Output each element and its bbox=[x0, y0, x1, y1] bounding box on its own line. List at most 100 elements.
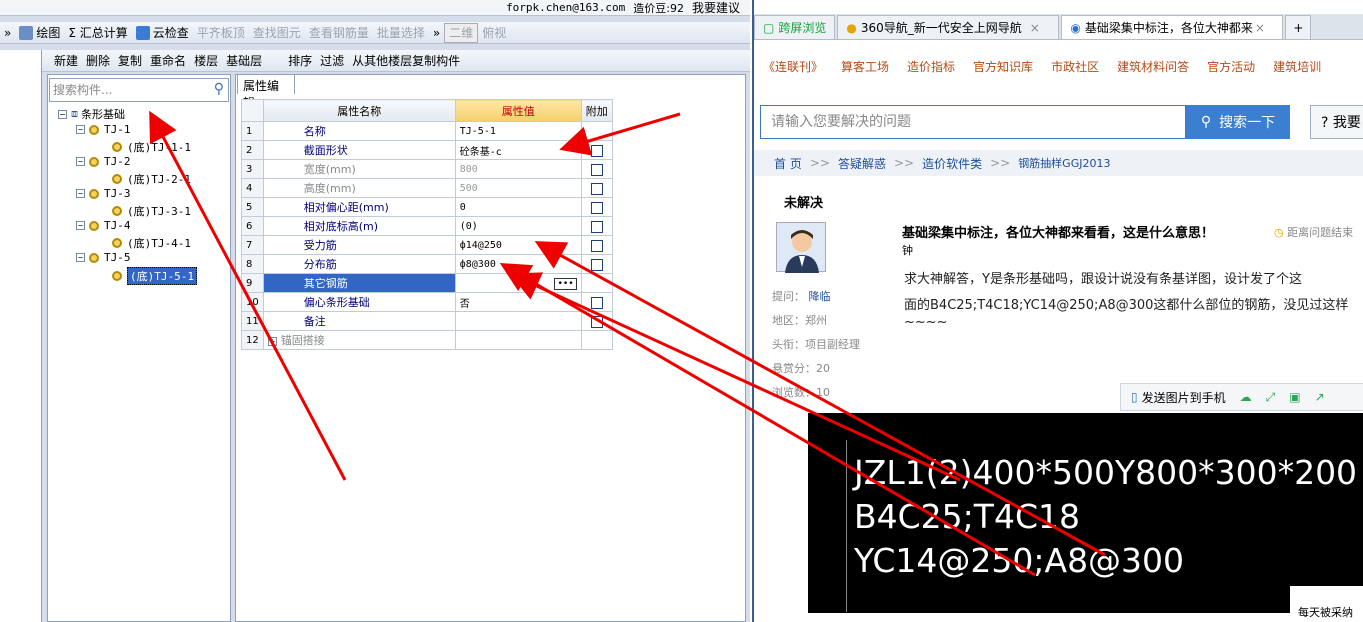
property-value[interactable]: TJ-5-1 bbox=[454, 121, 582, 141]
cloud-check-button[interactable]: 云检查 bbox=[132, 23, 193, 43]
cloud-icon[interactable]: ☁ bbox=[1240, 390, 1252, 404]
nav-link[interactable]: 《连联刊》 bbox=[763, 58, 823, 75]
attach-checkbox[interactable] bbox=[590, 201, 603, 214]
question-search-input[interactable] bbox=[761, 106, 1181, 138]
attach-checkbox[interactable] bbox=[590, 296, 603, 309]
nav-link[interactable]: 建筑材料问答 bbox=[1117, 58, 1189, 75]
property-value[interactable]: 800 bbox=[454, 159, 582, 179]
tab-cross-screen[interactable]: ▢ 跨屏浏览 bbox=[754, 15, 836, 39]
tree-root[interactable]: − ⧈ 条形基础 bbox=[58, 106, 125, 122]
view-rebar-button[interactable]: 查看钢筋量 bbox=[305, 23, 373, 43]
tab-question[interactable]: ◉ 基础梁集中标注，各位大神都来 × bbox=[1061, 15, 1284, 39]
fullscreen-icon[interactable]: ⤢ bbox=[1266, 390, 1276, 405]
suggest-link[interactable]: 我要建议 bbox=[688, 0, 744, 18]
property-row[interactable]: 9 其它钢筋 ••• bbox=[241, 273, 613, 293]
property-row[interactable]: 5 相对偏心距(mm) 0 bbox=[241, 197, 613, 217]
nav-link[interactable]: 市政社区 bbox=[1051, 58, 1099, 75]
sort-button[interactable]: 排序 bbox=[284, 51, 316, 71]
tree-subitem[interactable]: (底)TJ-3-1 bbox=[112, 203, 191, 219]
tree-item[interactable]: − TJ-4 bbox=[76, 219, 131, 232]
expand-icon[interactable]: + bbox=[267, 337, 277, 346]
close-icon[interactable]: × bbox=[1255, 21, 1265, 35]
asker-link[interactable]: 降临 bbox=[809, 290, 831, 303]
ask-button[interactable]: ? 我要 bbox=[1310, 105, 1363, 139]
property-row[interactable]: 10 偏心条形基础否 bbox=[241, 292, 613, 312]
avatar[interactable] bbox=[776, 222, 826, 273]
attach-checkbox[interactable] bbox=[590, 239, 603, 252]
property-value[interactable]: ф14@250 bbox=[454, 235, 582, 255]
tree-subitem[interactable]: (底)TJ-5-1 bbox=[112, 267, 197, 285]
copy-button[interactable]: 复制 bbox=[114, 51, 146, 71]
tree-subitem[interactable]: (底)TJ-1-1 bbox=[112, 139, 191, 155]
user-account[interactable]: forpk.chen@163.com bbox=[502, 0, 629, 18]
property-value[interactable]: 否 bbox=[454, 292, 582, 312]
property-value[interactable]: 500 bbox=[454, 178, 582, 198]
new-button[interactable]: 新建 bbox=[50, 51, 82, 71]
new-tab-button[interactable]: + bbox=[1285, 15, 1312, 39]
property-row[interactable]: 12 + 锚固搭接 bbox=[241, 330, 613, 350]
search-input[interactable] bbox=[50, 79, 200, 101]
property-value[interactable] bbox=[454, 311, 582, 331]
ellipsis-button[interactable]: ••• bbox=[554, 278, 577, 290]
property-name: 名称 bbox=[262, 121, 456, 141]
tree-item[interactable]: − TJ-3 bbox=[76, 187, 131, 200]
nav-link[interactable]: 建筑培训 bbox=[1273, 58, 1321, 75]
property-row[interactable]: 3 宽度(mm) 800 bbox=[241, 159, 613, 179]
tree-item[interactable]: − TJ-1 bbox=[76, 123, 131, 136]
draw-button[interactable]: 绘图 bbox=[15, 23, 64, 43]
save-icon[interactable]: ▣ bbox=[1289, 390, 1300, 404]
attach-checkbox[interactable] bbox=[590, 258, 603, 271]
property-row[interactable]: 6 相对底标高(m) (0) bbox=[241, 216, 613, 236]
crumb-qa[interactable]: 答疑解惑 bbox=[838, 155, 886, 172]
calculate-button[interactable]: Σ 汇总计算 bbox=[64, 23, 131, 43]
property-row[interactable]: 7 受力筋 ф14@250 bbox=[241, 235, 613, 255]
property-value[interactable]: ф8@300 bbox=[454, 254, 582, 274]
tab-property-edit[interactable]: 属性编辑 bbox=[237, 74, 295, 110]
tree-item[interactable]: − TJ-2 bbox=[76, 155, 131, 168]
share-icon[interactable]: ↗ bbox=[1315, 390, 1325, 404]
property-row[interactable]: 2 截面形状 砼条基-c bbox=[241, 140, 613, 160]
top-view-select[interactable]: 俯视 bbox=[478, 23, 510, 43]
property-row[interactable]: 4 高度(mm) 500 bbox=[241, 178, 613, 198]
nav-link[interactable]: 造价指标 bbox=[907, 58, 955, 75]
property-row[interactable]: 11 备注 bbox=[241, 311, 613, 331]
menu-chevron-icon[interactable]: » bbox=[0, 23, 15, 43]
filter-button[interactable]: 过滤 bbox=[316, 51, 348, 71]
batch-select-button[interactable]: 批量选择 bbox=[373, 23, 429, 43]
nav-link[interactable]: 算客工场 bbox=[841, 58, 889, 75]
tree-item[interactable]: − TJ-5 bbox=[76, 251, 131, 264]
nav-link[interactable]: 官方活动 bbox=[1207, 58, 1255, 75]
find-element-button[interactable]: 查找图元 bbox=[249, 23, 305, 43]
more-chevron-icon[interactable]: » bbox=[429, 23, 444, 43]
align-slab-button[interactable]: 平齐板顶 bbox=[193, 23, 249, 43]
tree-subitem[interactable]: (底)TJ-2-1 bbox=[112, 171, 191, 187]
view-2d-select[interactable]: 二维 bbox=[444, 22, 479, 43]
property-extra bbox=[580, 292, 613, 312]
crumb-software[interactable]: 造价软件类 bbox=[922, 155, 982, 172]
close-icon[interactable]: × bbox=[1030, 21, 1040, 35]
property-value[interactable]: (0) bbox=[454, 216, 582, 236]
attach-checkbox[interactable] bbox=[590, 163, 603, 176]
property-value[interactable]: 0 bbox=[454, 197, 582, 217]
property-value[interactable] bbox=[454, 330, 582, 350]
crumb-ggj[interactable]: 钢筋抽样GGJ2013 bbox=[1018, 155, 1110, 171]
rename-button[interactable]: 重命名 bbox=[146, 51, 190, 71]
attach-checkbox[interactable] bbox=[590, 144, 603, 157]
tab-360[interactable]: ● 360导航_新一代安全上网导航 × bbox=[837, 15, 1060, 39]
delete-button[interactable]: 删除 bbox=[82, 51, 114, 71]
property-value[interactable]: ••• bbox=[454, 273, 582, 293]
property-value[interactable]: 砼条基-c bbox=[454, 140, 582, 160]
property-row[interactable]: 8 分布筋 ф8@300 bbox=[241, 254, 613, 274]
search-icon[interactable]: ⚲ bbox=[214, 81, 224, 97]
attach-checkbox[interactable] bbox=[590, 220, 603, 233]
search-button[interactable]: ⚲ 搜索一下 bbox=[1186, 105, 1290, 139]
property-row[interactable]: 1 名称 TJ-5-1 bbox=[241, 121, 613, 141]
send-to-phone-button[interactable]: 发送图片到手机 bbox=[1142, 389, 1226, 406]
tree-subitem[interactable]: (底)TJ-4-1 bbox=[112, 235, 191, 251]
crumb-home[interactable]: 首 页 bbox=[774, 155, 802, 172]
floor-select[interactable]: 基础层 bbox=[222, 51, 284, 71]
attach-checkbox[interactable] bbox=[590, 315, 603, 328]
attach-checkbox[interactable] bbox=[590, 182, 603, 195]
nav-link[interactable]: 官方知识库 bbox=[973, 58, 1033, 75]
copy-from-floor-button[interactable]: 从其他楼层复制构件 bbox=[348, 51, 464, 71]
